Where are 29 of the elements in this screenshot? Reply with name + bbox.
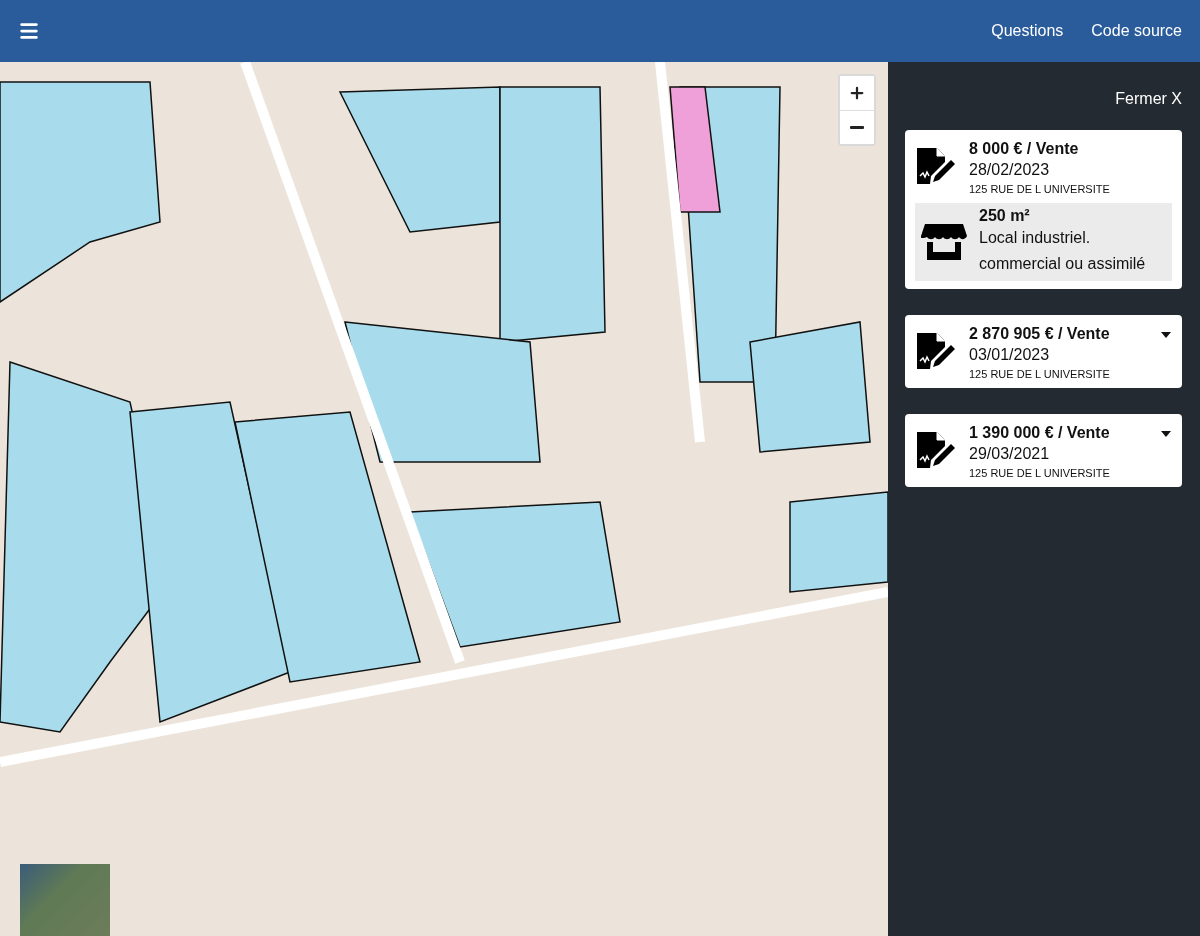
minus-icon [850, 126, 864, 129]
caret-icon[interactable] [1160, 331, 1172, 339]
sale-address: 125 RUE DE L UNIVERSITE [969, 183, 1111, 195]
menu-button[interactable] [18, 20, 40, 42]
sale-price: 2 870 905 € / Vente [969, 325, 1111, 343]
sale-date: 29/03/2021 [969, 445, 1051, 463]
sale-card[interactable]: 2 870 905 € / Vente 03/01/2023 125 RUE DE L UNIVERSITE [905, 315, 1182, 388]
satellite-thumbnail[interactable] [20, 864, 110, 936]
zoom-out-button[interactable] [840, 110, 874, 144]
signed-document-icon [915, 331, 957, 371]
sale-address: 125 RUE DE L UNIVERSITE [969, 467, 1111, 479]
header-link[interactable]: Code source [1091, 22, 1182, 40]
plus-icon [848, 84, 866, 102]
caret-icon[interactable] [1160, 430, 1172, 438]
sale-card[interactable]: 8 000 € / Vente 28/02/2023 125 RUE DE L UNIVERSITE 250 m² Local industriel. commercial ou assimilé [905, 130, 1182, 289]
sale-date: 03/01/2023 [969, 346, 1051, 364]
sale-date: 28/02/2023 [969, 161, 1051, 179]
menu-icon [18, 20, 40, 42]
storefront-icon [921, 222, 967, 262]
sale-price: 8 000 € / Vente [969, 140, 1080, 158]
premises-type: Local industriel. commercial ou assimilé [979, 228, 1147, 274]
sale-card[interactable]: 1 390 000 € / Vente 29/03/2021 125 RUE DE L UNIVERSITE [905, 414, 1182, 487]
signed-document-icon [915, 430, 957, 470]
premises-area: 250 m² [979, 207, 1166, 225]
signed-document-icon [915, 146, 957, 186]
close-button[interactable]: Fermer X [1115, 90, 1182, 108]
sale-price: 1 390 000 € / Vente [969, 424, 1111, 442]
sale-address: 125 RUE DE L UNIVERSITE [969, 368, 1111, 380]
header-link[interactable]: Questions [991, 22, 1064, 40]
